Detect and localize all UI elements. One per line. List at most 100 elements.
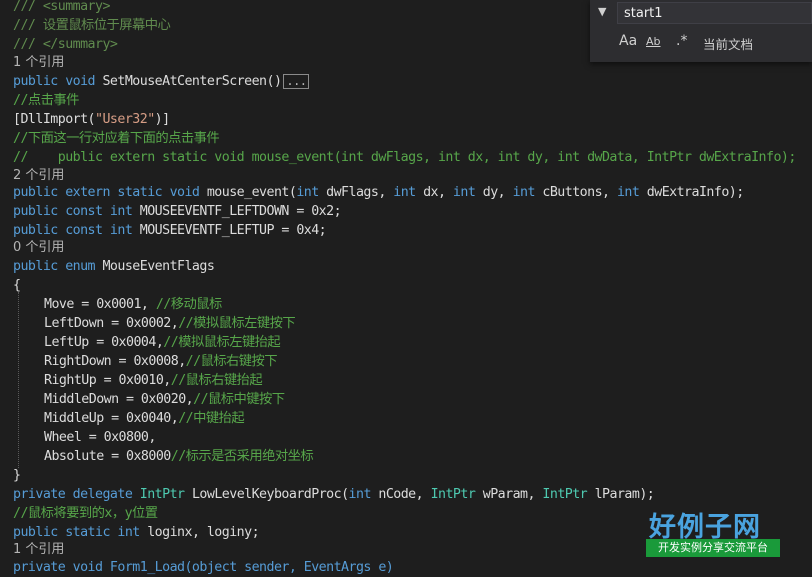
keyword: int — [512, 185, 536, 200]
enum-member-code: Absolute = 0x8000 — [44, 449, 171, 464]
logo-subtitle: 开发实例分享交流平台 — [646, 539, 780, 557]
parameter: dy, — [475, 185, 513, 200]
enum-member-code: Move = 0x0001, — [44, 297, 156, 312]
enum-member: MiddleUp = 0x0040,//中键抬起 — [44, 409, 245, 428]
match-whole-word-icon[interactable]: Ab — [646, 35, 661, 48]
find-widget: ▼ start1 Aa Ab .* 当前文档 — [590, 0, 812, 62]
type-name: IntPtr — [132, 487, 185, 502]
type-name: IntPtr — [430, 487, 476, 502]
enum-member: Absolute = 0x8000//标示是否采用绝对坐标 — [44, 447, 314, 466]
collapsed-region-button[interactable]: ... — [283, 73, 310, 89]
xml-doc-comment: /// <summary> — [13, 0, 110, 14]
code-line: private void Form1_Load(object sender, E… — [13, 558, 394, 577]
code-line: //鼠标将要到的x，y位置 — [13, 504, 158, 523]
comment: //鼠标将要到的x，y位置 — [13, 506, 158, 521]
code-line: } — [13, 466, 21, 485]
comment: //中键抬起 — [178, 411, 245, 426]
enum-member-code: Wheel = 0x0800, — [44, 430, 156, 445]
keyword: public const int — [13, 223, 133, 238]
parameter: dwExtraInfo); — [639, 185, 744, 200]
string-literal: "User32" — [95, 112, 155, 127]
keyword: int — [348, 487, 372, 502]
code-line: public void SetMouseAtCenterScreen()... — [13, 72, 310, 91]
enum-member: Wheel = 0x0800, — [44, 428, 156, 447]
parameter: wParam, — [475, 487, 543, 502]
enum-member-code: RightDown = 0x0008, — [44, 354, 186, 369]
attribute-open: [DllImport( — [13, 112, 96, 127]
code-line: /// </summary> — [13, 35, 118, 54]
regex-icon[interactable]: .* — [676, 33, 687, 49]
parameter: dx, — [415, 185, 453, 200]
xml-doc-comment: /// </summary> — [13, 37, 118, 52]
enum-member: MiddleDown = 0x0020,//鼠标中键按下 — [44, 390, 285, 409]
keyword: public extern static void — [13, 185, 200, 200]
enum-name: MouseEventFlags — [95, 259, 215, 274]
xml-doc-comment: /// 设置鼠标位于屏幕中心 — [13, 18, 171, 33]
enum-member: RightUp = 0x0010,//鼠标右键抬起 — [44, 371, 263, 390]
enum-member-code: MiddleDown = 0x0020, — [44, 392, 194, 407]
enum-member-code: LeftDown = 0x0002, — [44, 316, 179, 331]
match-case-icon[interactable]: Aa — [619, 33, 637, 49]
enum-member-code: RightUp = 0x0010, — [44, 373, 171, 388]
comment: //移动鼠标 — [155, 297, 222, 312]
keyword: int — [296, 185, 319, 200]
method-name: SetMouseAtCenterScreen() — [95, 74, 282, 89]
search-input[interactable]: start1 — [617, 2, 812, 24]
declaration: MOUSEEVENTF_LEFTDOWN = 0x2; — [132, 204, 342, 219]
code-line: //下面这一行对应着下面的点击事件 — [13, 129, 220, 148]
keyword: public static int — [13, 525, 140, 540]
enum-member: LeftUp = 0x0004,//模拟鼠标左键抬起 — [44, 333, 281, 352]
indent-guide — [18, 292, 19, 468]
attribute-close: )] — [154, 112, 170, 127]
code-line: [DllImport("User32")] — [13, 110, 170, 129]
code-line: { — [13, 276, 21, 295]
comment: //标示是否采用绝对坐标 — [170, 449, 314, 464]
enum-member: Move = 0x0001, //移动鼠标 — [44, 295, 222, 314]
codelens-reference-count[interactable]: 1 个引用 — [13, 540, 64, 559]
parameter: dwFlags, — [318, 185, 394, 200]
declaration: MOUSEEVENTF_LEFTUP = 0x4; — [132, 223, 327, 238]
type-name: IntPtr — [542, 487, 588, 502]
code-line: /// <summary> — [13, 0, 110, 16]
enum-member: RightDown = 0x0008,//鼠标右键按下 — [44, 352, 278, 371]
enum-member-code: MiddleUp = 0x0040, — [44, 411, 179, 426]
watermark-logo: 好例子网 开发实例分享交流平台 — [646, 505, 812, 567]
codelens-reference-count[interactable]: 1 个引用 — [13, 53, 64, 72]
code-line: private delegate IntPtr LowLevelKeyboard… — [13, 485, 655, 504]
keyword: public const int — [13, 204, 133, 219]
keyword: int — [393, 185, 416, 200]
method-name: mouse_event( — [199, 185, 297, 200]
parameter: lParam); — [587, 487, 655, 502]
brace: } — [13, 468, 21, 483]
brace: { — [13, 278, 21, 293]
chevron-down-icon[interactable]: ▼ — [598, 5, 612, 19]
delegate-name: LowLevelKeyboardProc( — [184, 487, 349, 502]
keyword: private delegate — [13, 487, 133, 502]
enum-member-code: LeftUp = 0x0004, — [44, 335, 164, 350]
code-line: //点击事件 — [13, 91, 79, 110]
search-scope-label[interactable]: 当前文档 — [703, 34, 753, 53]
keyword: int — [452, 185, 476, 200]
partial-line: private void Form1_Load(object sender, E… — [13, 560, 394, 575]
comment: //模拟鼠标左键按下 — [178, 316, 296, 331]
parameter: cButtons, — [534, 185, 617, 200]
comment: //鼠标右键抬起 — [170, 373, 263, 388]
enum-member: LeftDown = 0x0002,//模拟鼠标左键按下 — [44, 314, 296, 333]
declaration: loginx, loginy; — [139, 525, 260, 540]
code-editor[interactable]: /// <summary> /// 设置鼠标位于屏幕中心 /// </summa… — [0, 0, 812, 575]
code-line: public enum MouseEventFlags — [13, 257, 215, 276]
comment: // public extern static void mouse_event… — [13, 150, 796, 165]
keyword: public enum — [13, 259, 96, 274]
code-line: // public extern static void mouse_event… — [13, 148, 796, 167]
code-line: public const int MOUSEEVENTF_LEFTDOWN = … — [13, 202, 342, 221]
comment: //鼠标中键按下 — [193, 392, 285, 407]
code-line: /// 设置鼠标位于屏幕中心 — [13, 16, 171, 35]
parameter: nCode, — [370, 487, 431, 502]
comment: //下面这一行对应着下面的点击事件 — [13, 131, 220, 146]
comment: //鼠标右键按下 — [185, 354, 278, 369]
comment: //模拟鼠标左键抬起 — [163, 335, 281, 350]
comment: //点击事件 — [13, 93, 79, 108]
codelens-reference-count[interactable]: 0 个引用 — [13, 238, 64, 257]
keyword: int — [616, 185, 640, 200]
keyword: public void — [13, 74, 96, 89]
